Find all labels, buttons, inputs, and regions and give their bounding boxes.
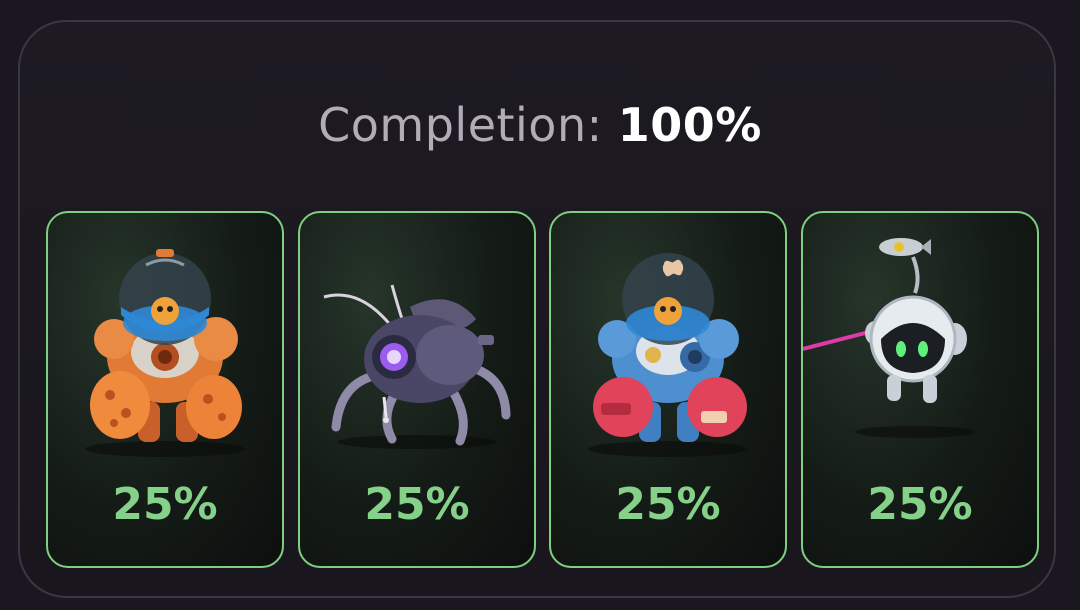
card-percent: 25% xyxy=(615,479,721,530)
blue-diver-robot-illustration xyxy=(588,253,748,457)
completion-value: 100% xyxy=(617,98,762,152)
card-percent: 25% xyxy=(867,479,973,530)
robot-card-white-drone[interactable]: 25% xyxy=(801,211,1039,568)
white-drone-bot-illustration xyxy=(803,238,975,438)
completion-label: Completion: xyxy=(318,98,603,152)
robot-card-purple-spider[interactable]: 25% xyxy=(298,211,536,568)
purple-spider-bot-illustration xyxy=(323,284,511,449)
card-percent: 25% xyxy=(364,479,470,530)
completion-header: Completion: 100% xyxy=(0,98,1080,152)
robot-card-orange-diver[interactable]: 25% xyxy=(46,211,284,568)
card-percent: 25% xyxy=(112,479,218,530)
robot-card-blue-diver[interactable]: 25% xyxy=(549,211,787,568)
orange-diver-robot-illustration xyxy=(85,249,245,457)
